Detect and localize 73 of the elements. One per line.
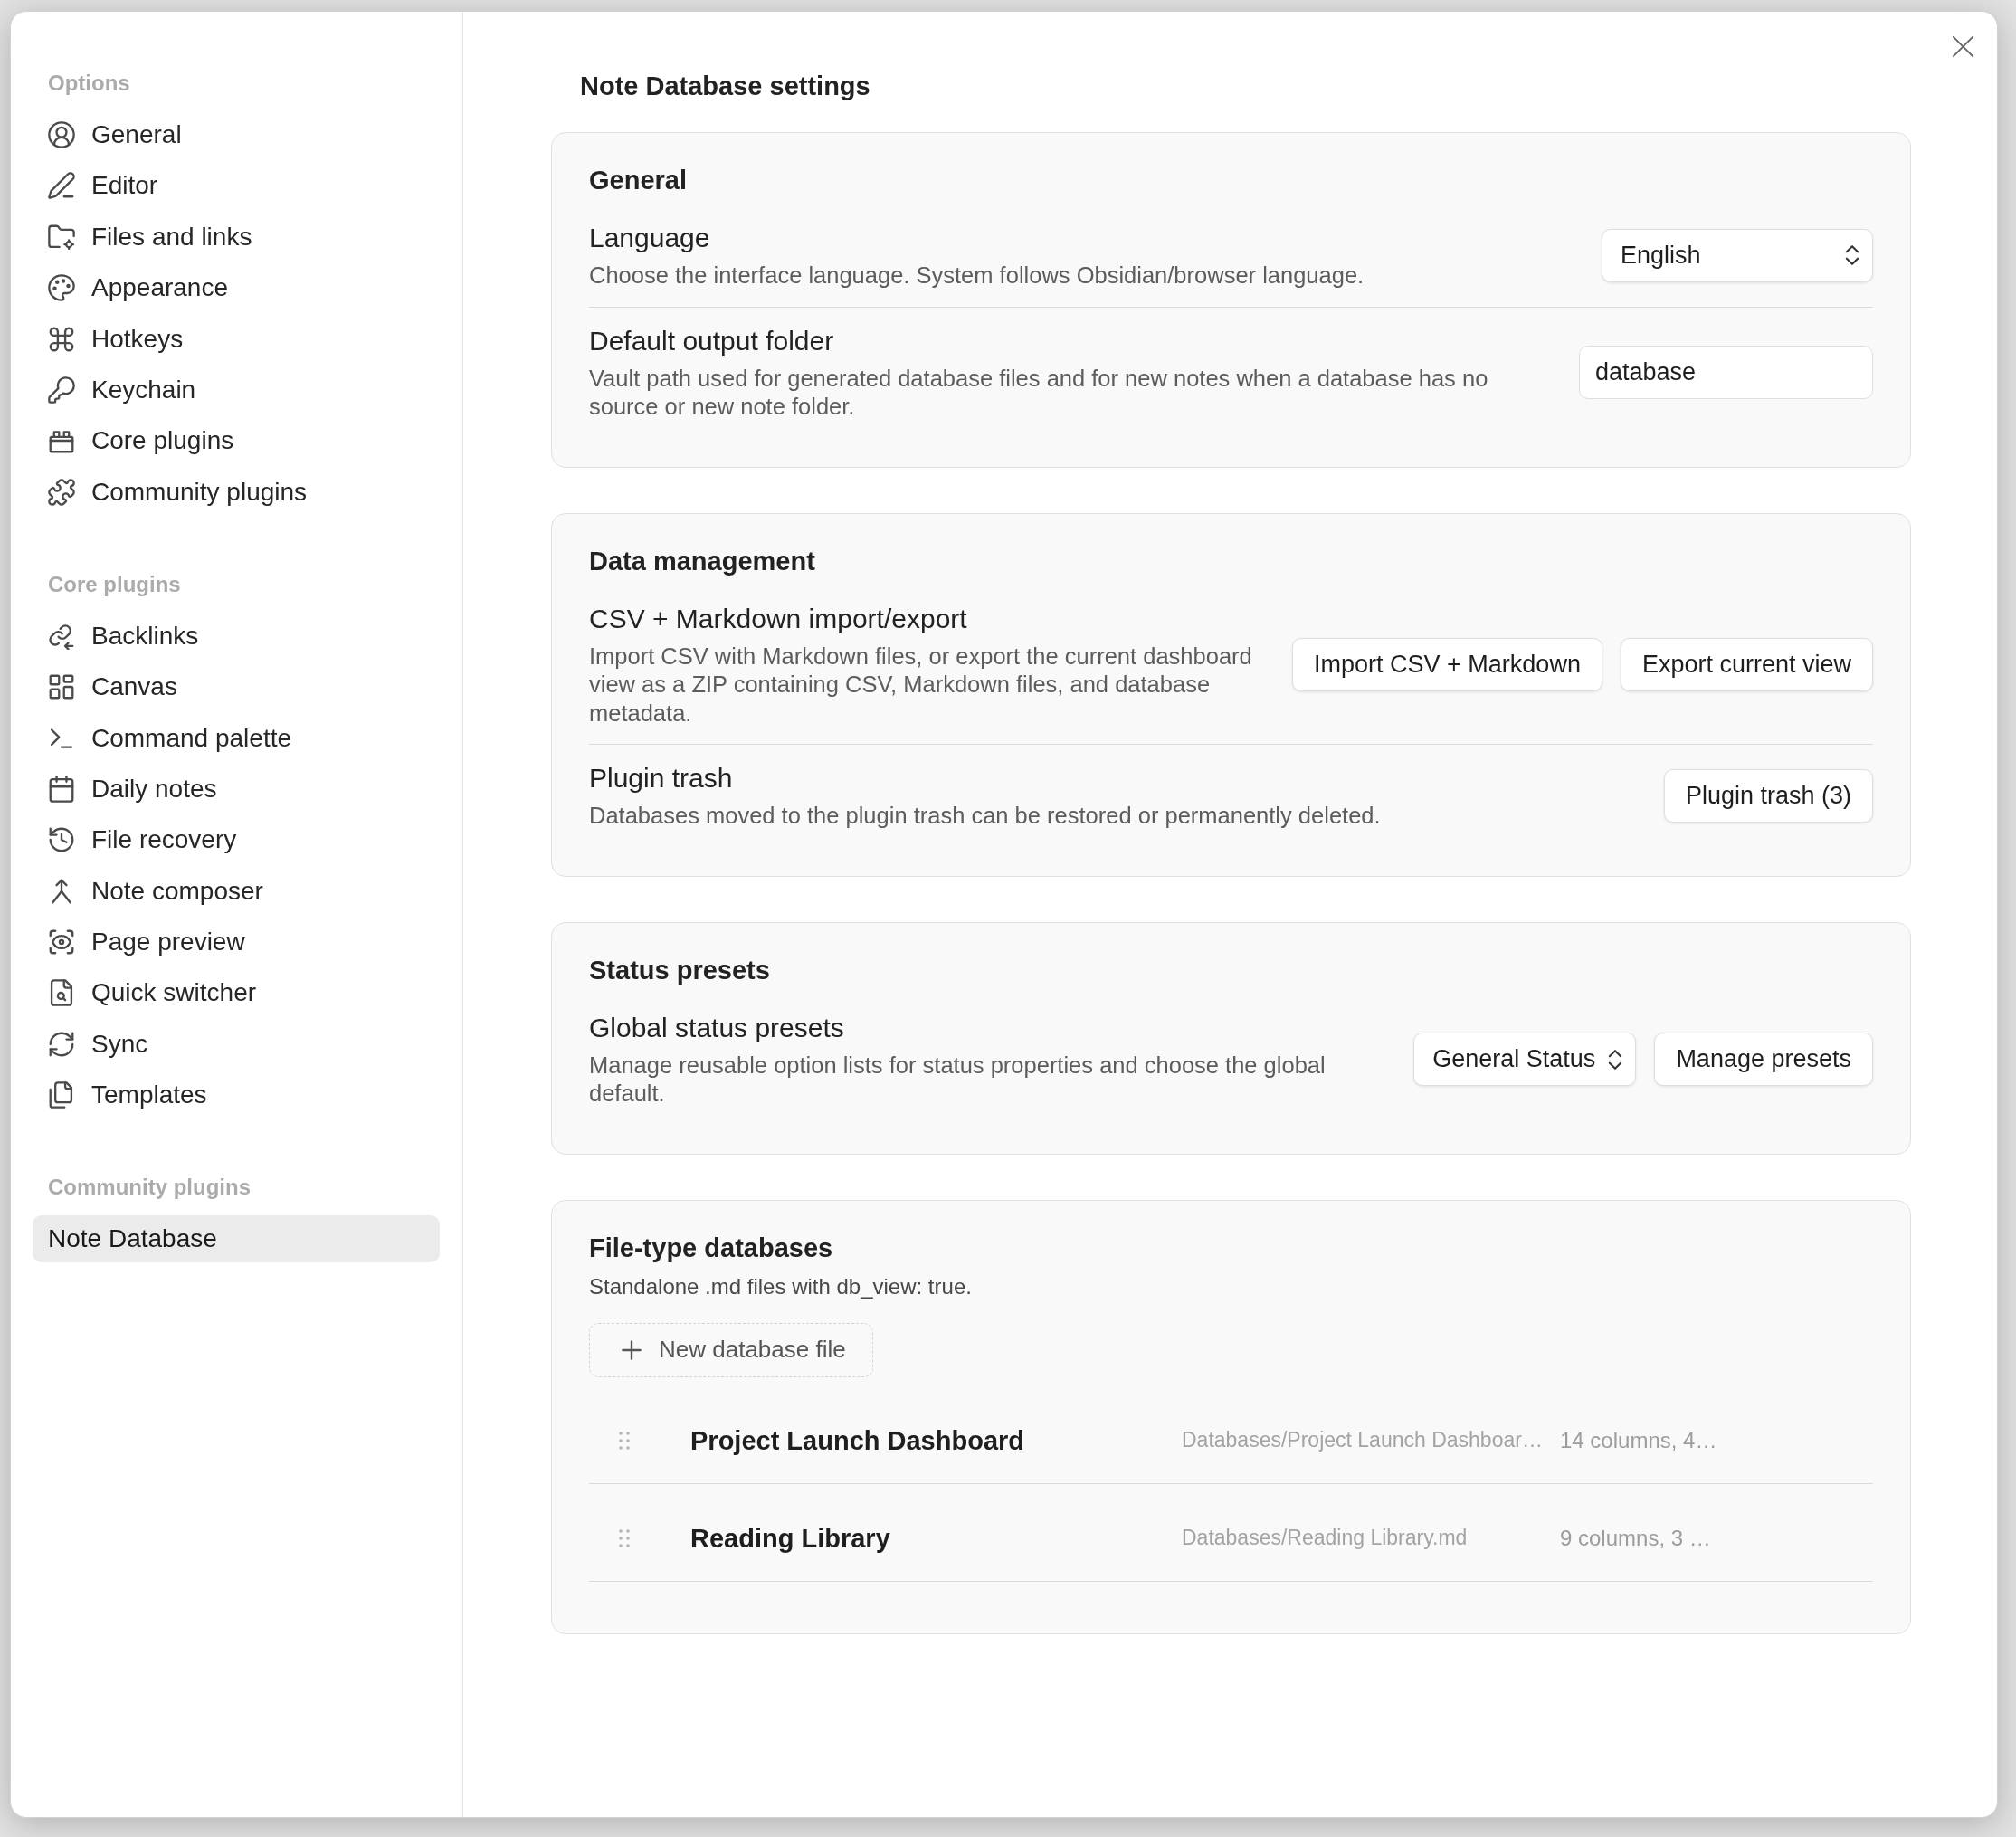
- section-heading: File-type databases: [589, 1232, 834, 1264]
- puzzle-icon: [48, 478, 75, 506]
- sidebar-heading: Options: [47, 70, 131, 97]
- pencil-icon: [48, 172, 75, 200]
- sidebar-item[interactable]: Sync: [33, 1020, 440, 1068]
- action-button[interactable]: Plugin trash (3): [1663, 768, 1873, 823]
- eye-scan-icon: [48, 928, 75, 957]
- dropdown[interactable]: General Status: [1413, 1033, 1637, 1086]
- plus-icon: [622, 1339, 642, 1360]
- file-search-icon: [48, 979, 75, 1007]
- database-summary: 9 columns, 3 …: [1560, 1524, 1712, 1552]
- link-arrow-icon: [48, 622, 75, 650]
- sidebar-item[interactable]: Appearance: [33, 264, 440, 312]
- sidebar-item[interactable]: Hotkeys: [33, 315, 440, 363]
- drag-handle-icon[interactable]: [618, 1430, 631, 1451]
- sidebar-item[interactable]: Templates: [33, 1071, 440, 1119]
- sidebar-item[interactable]: Daily notes: [33, 765, 440, 813]
- sidebar-item[interactable]: Keychain: [33, 366, 440, 414]
- sidebar-item[interactable]: Note Database: [33, 1215, 440, 1263]
- section-heading: Status presets: [589, 954, 771, 986]
- setting-description: Choose the interface language. System follows Obsidian/browser language.: [589, 262, 1365, 290]
- setting-name: Global status presets: [589, 1011, 845, 1044]
- key-icon: [48, 376, 75, 404]
- action-button[interactable]: Manage presets: [1654, 1033, 1873, 1086]
- command-key-icon: [48, 325, 75, 353]
- file-path: Databases/Project Launch Dashboar…: [1182, 1427, 1544, 1454]
- new-database-button[interactable]: New database file: [589, 1322, 873, 1377]
- sidebar-item[interactable]: Core plugins: [33, 417, 440, 465]
- database-summary: 14 columns, 4…: [1560, 1426, 1718, 1454]
- up-down-chevron-icon: [1845, 245, 1859, 266]
- action-button[interactable]: Export current view: [1620, 637, 1873, 691]
- drag-handle-icon[interactable]: [618, 1528, 631, 1548]
- files-icon: [48, 1081, 75, 1109]
- sidebar-item[interactable]: File recovery: [33, 816, 440, 864]
- section-description: Standalone .md files with db_view: true.: [589, 1272, 973, 1300]
- sidebar-item[interactable]: Note composer: [33, 867, 440, 915]
- action-button[interactable]: Import CSV + Markdown: [1292, 637, 1602, 691]
- setting-name: Language: [589, 222, 711, 254]
- sidebar-item[interactable]: Community plugins: [33, 468, 440, 516]
- close-icon[interactable]: [1953, 36, 1973, 57]
- sidebar-item[interactable]: General: [33, 111, 440, 158]
- sidebar-heading: Community plugins: [47, 1174, 252, 1202]
- refresh-icon: [48, 1030, 75, 1058]
- section-heading: Data management: [589, 545, 816, 577]
- setting-description: Vault path used for generated database files and for new notes when a database has no source or new note folder.: [589, 364, 1489, 421]
- sidebar-heading: Core plugins: [47, 570, 182, 598]
- file-path: Databases/Reading Library.md: [1182, 1525, 1469, 1552]
- setting-name: Default output folder: [589, 324, 835, 357]
- sidebar-item[interactable]: Files and links: [33, 213, 440, 261]
- dropdown[interactable]: English: [1602, 228, 1873, 282]
- up-down-chevron-icon: [1608, 1049, 1623, 1070]
- setting-description: Databases moved to the plugin trash can be restored or permanently deleted.: [589, 802, 1382, 830]
- setting-description: Import CSV with Markdown files, or export the current dashboard view as a ZIP containing CSV, Markdown files, and database metadata.: [589, 642, 1253, 728]
- section-heading: General: [589, 165, 688, 196]
- page-title: Note Database settings: [579, 71, 871, 102]
- sidebar-item[interactable]: Canvas: [33, 663, 440, 711]
- sidebar-item[interactable]: Backlinks: [33, 612, 440, 660]
- setting-name: CSV + Markdown import/export: [589, 602, 968, 635]
- calendar-icon: [48, 775, 75, 803]
- grid-icon: [48, 673, 75, 701]
- sidebar-item[interactable]: Quick switcher: [33, 969, 440, 1017]
- database-name[interactable]: Reading Library: [690, 1521, 1182, 1555]
- sidebar-item[interactable]: Command palette: [33, 714, 440, 762]
- user-circle-icon: [48, 121, 75, 148]
- sidebar-item[interactable]: Editor: [33, 162, 440, 210]
- setting-description: Manage reusable option lists for status properties and choose the global default.: [589, 1051, 1327, 1108]
- setting-name: Plugin trash: [589, 762, 734, 795]
- clock-arrow-icon: [48, 826, 75, 854]
- sidebar-item[interactable]: Page preview: [33, 918, 440, 966]
- database-name[interactable]: Project Launch Dashboard: [690, 1423, 1182, 1457]
- palette-icon: [48, 274, 75, 302]
- folder-gear-icon: [48, 223, 75, 251]
- text-field[interactable]: database: [1579, 346, 1873, 399]
